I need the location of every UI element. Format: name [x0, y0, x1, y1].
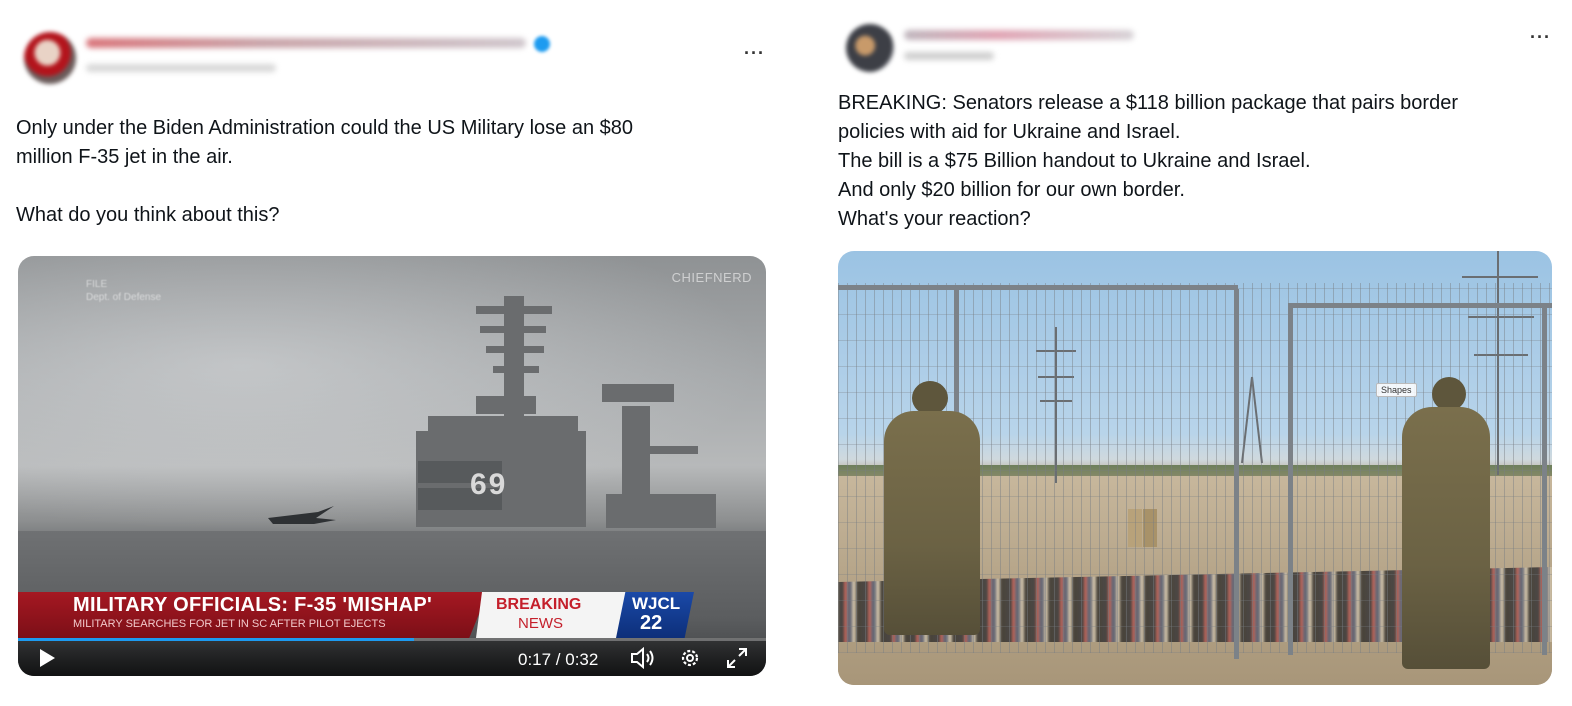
volume-icon[interactable] — [630, 646, 656, 672]
fence-top-rail — [838, 285, 1238, 290]
verified-badge-icon — [534, 36, 550, 52]
video-controls: 0:17 / 0:32 — [18, 638, 766, 676]
settings-gear-icon[interactable] — [679, 647, 701, 672]
station-callsign: WJCL — [632, 594, 681, 613]
soldier-left-head — [912, 381, 948, 415]
author-name-redacted[interactable] — [86, 38, 526, 48]
soldier-left-image — [884, 411, 980, 635]
news-label: NEWS — [518, 615, 563, 632]
tweet-text: BREAKING: Senators release a $118 billio… — [838, 92, 1458, 230]
news-subheadline: MILITARY SEARCHES FOR JET IN SC AFTER PI… — [73, 618, 386, 630]
hull-number: 69 — [470, 468, 508, 501]
tweet-right: ··· BREAKING: Senators release a $118 bi… — [820, 0, 1572, 706]
file-tag-line-1: FILE — [86, 279, 108, 290]
breaking-label: BREAKING — [496, 596, 582, 613]
author-avatar[interactable] — [846, 24, 894, 72]
progress-bar[interactable] — [18, 638, 766, 641]
screenshot-composite: ··· Only under the Biden Administration … — [0, 0, 1572, 706]
video-player[interactable]: 69 FILE Dept. of Defense CHIEFNERD MILIT… — [18, 256, 766, 676]
fence-top-rail — [1290, 303, 1552, 308]
soldier-right-image — [1402, 407, 1490, 669]
file-tag-line-2: Dept. of Defense — [86, 292, 162, 303]
fence-post — [1542, 303, 1547, 655]
source-watermark: CHIEFNERD — [671, 270, 752, 285]
news-headline: MILITARY OFFICIALS: F-35 'MISHAP' — [73, 594, 433, 616]
author-name-redacted[interactable] — [904, 30, 1134, 40]
border-photo[interactable]: Shapes — [838, 251, 1552, 685]
fullscreen-icon[interactable] — [726, 647, 748, 672]
play-icon[interactable] — [38, 648, 56, 671]
author-handle-redacted[interactable] — [86, 64, 276, 72]
fence-post — [1234, 289, 1239, 659]
news-lower-third: MILITARY OFFICIALS: F-35 'MISHAP' MILITA… — [18, 592, 766, 638]
author-handle-redacted[interactable] — [904, 52, 994, 60]
more-options-button[interactable]: ··· — [1530, 28, 1551, 46]
tweet-text: Only under the Biden Administration coul… — [16, 117, 634, 226]
soldier-right-head — [1432, 377, 1466, 411]
author-avatar[interactable] — [24, 32, 76, 84]
shapes-tag: Shapes — [1376, 383, 1417, 397]
station-channel: 22 — [640, 612, 663, 634]
progress-fill — [18, 638, 415, 641]
tweet-left: ··· Only under the Biden Administration … — [0, 0, 790, 706]
more-options-button[interactable]: ··· — [744, 44, 765, 62]
time-readout: 0:17 / 0:32 — [518, 650, 599, 669]
fence-post — [1288, 303, 1293, 655]
file-footage-tag: FILE Dept. of Defense — [86, 278, 161, 304]
